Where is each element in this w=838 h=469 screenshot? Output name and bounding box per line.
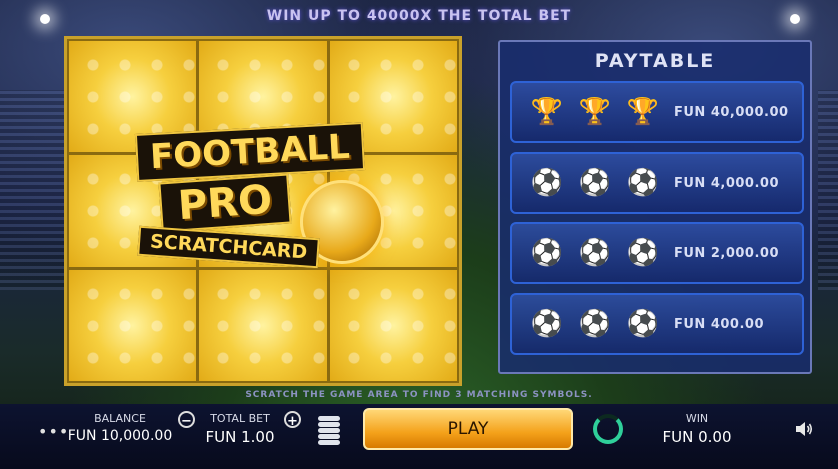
instructions-text: SCRATCH THE GAME AREA TO FIND 3 MATCHING… (245, 390, 593, 400)
logo-line-football: FOOTBALL (134, 122, 365, 182)
paytable-title: PAYTABLE (594, 50, 716, 72)
win-label: WIN (685, 412, 709, 425)
play-button[interactable]: PLAY (363, 408, 573, 450)
win-value: FUN 0.00 (662, 428, 732, 446)
trophy-icon: 🏆 (530, 97, 564, 127)
logo-line-scratchcard: SCRATCHCARD (137, 225, 321, 269)
total-bet-label: TOTAL BET (210, 412, 270, 425)
paytable-row: ⚽ ⚽ ⚽ FUN 2,000.00 (510, 222, 804, 284)
player-teal-icon: ⚽ (530, 309, 564, 339)
game-logo: FOOTBALL PRO SCRATCHCARD (120, 122, 420, 292)
total-bet-value: FUN 1.00 (205, 428, 275, 446)
paytable-panel: PAYTABLE 🏆 🏆 🏆 FUN 40,000.00 ⚽ ⚽ ⚽ FUN 4… (498, 40, 812, 374)
balance-label: BALANCE (94, 412, 146, 425)
player-white-icon: ⚽ (626, 238, 660, 268)
logo-line-pro: PRO (158, 173, 292, 233)
paytable-value: FUN 4,000.00 (674, 175, 779, 191)
player-red-icon: ⚽ (626, 168, 660, 198)
trophy-icon: 🏆 (578, 97, 612, 127)
player-teal-icon: ⚽ (626, 309, 660, 339)
player-teal-icon: ⚽ (578, 309, 612, 339)
paytable-row: 🏆 🏆 🏆 FUN 40,000.00 (510, 81, 804, 143)
increase-bet-button[interactable]: + (284, 411, 301, 429)
crowd-left (0, 90, 70, 290)
autoplay-icon[interactable] (593, 414, 623, 444)
paytable-value: FUN 400.00 (674, 316, 765, 332)
player-white-icon: ⚽ (530, 238, 564, 268)
player-red-icon: ⚽ (530, 168, 564, 198)
top-banner: WIN UP TO 40000X THE TOTAL BET (266, 8, 572, 24)
paytable-row: ⚽ ⚽ ⚽ FUN 400.00 (510, 293, 804, 355)
crowd-right (818, 90, 838, 290)
coin-stack-icon[interactable] (318, 416, 340, 448)
decrease-bet-button[interactable]: − (178, 411, 195, 429)
trophy-icon: 🏆 (626, 97, 660, 127)
paytable-value: FUN 2,000.00 (674, 245, 779, 261)
paytable-value: FUN 40,000.00 (674, 104, 789, 120)
player-red-icon: ⚽ (578, 168, 612, 198)
balance-value: FUN 10,000.00 (67, 428, 173, 444)
control-bar: ••• BALANCE FUN 10,000.00 − TOTAL BET FU… (0, 404, 838, 469)
paytable-row: ⚽ ⚽ ⚽ FUN 4,000.00 (510, 152, 804, 214)
speaker-icon[interactable] (794, 419, 814, 439)
player-white-icon: ⚽ (578, 238, 612, 268)
